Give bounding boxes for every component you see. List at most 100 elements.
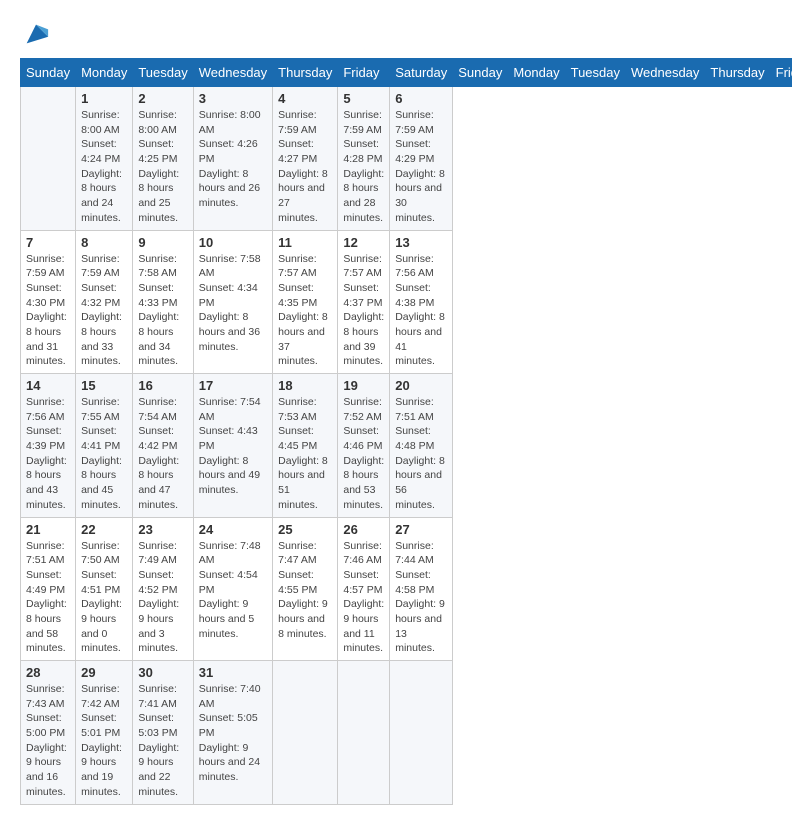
calendar-cell: 30 Sunrise: 7:41 AM Sunset: 5:03 PM Dayli… (133, 661, 193, 805)
calendar-cell: 27 Sunrise: 7:44 AM Sunset: 4:58 PM Dayli… (390, 517, 453, 661)
day-number: 30 (138, 665, 187, 680)
day-detail: Sunrise: 7:58 AM Sunset: 4:34 PM Dayligh… (199, 252, 267, 355)
calendar-cell: 12Sunrise: 7:57 AM Sunset: 4:37 PM Dayli… (338, 230, 390, 374)
header-monday: Monday (76, 59, 133, 87)
day-number: 31 (199, 665, 267, 680)
day-number: 2 (138, 91, 187, 106)
header-sunday: Sunday (453, 59, 508, 87)
calendar-cell: 20 Sunrise: 7:51 AM Sunset: 4:48 PM Dayli… (390, 374, 453, 518)
day-detail: Sunrise: 7:50 AM Sunset: 4:51 PM Dayligh… (81, 539, 127, 657)
calendar-cell (390, 661, 453, 805)
header-sunday: Sunday (21, 59, 76, 87)
day-number: 28 (26, 665, 70, 680)
day-number: 14 (26, 378, 70, 393)
calendar-cell: 19Sunrise: 7:52 AM Sunset: 4:46 PM Dayli… (338, 374, 390, 518)
day-number: 17 (199, 378, 267, 393)
calendar-cell: 26Sunrise: 7:46 AM Sunset: 4:57 PM Dayli… (338, 517, 390, 661)
day-detail: Sunrise: 7:56 AM Sunset: 4:38 PM Dayligh… (395, 252, 447, 370)
calendar-week-row: 28Sunrise: 7:43 AM Sunset: 5:00 PM Dayli… (21, 661, 792, 805)
calendar-cell: 7 Sunrise: 7:59 AM Sunset: 4:30 PM Daylig… (21, 230, 76, 374)
day-number: 25 (278, 522, 332, 537)
calendar-cell: 14 Sunrise: 7:56 AM Sunset: 4:39 PM Dayli… (21, 374, 76, 518)
day-number: 12 (343, 235, 384, 250)
calendar-cell: 15 Sunrise: 7:55 AM Sunset: 4:41 PM Dayli… (76, 374, 133, 518)
day-number: 7 (26, 235, 70, 250)
day-number: 4 (278, 91, 332, 106)
day-detail: Sunrise: 7:48 AM Sunset: 4:54 PM Dayligh… (199, 539, 267, 642)
header-wednesday: Wednesday (626, 59, 705, 87)
day-number: 5 (343, 91, 384, 106)
calendar-cell: 3Sunrise: 8:00 AM Sunset: 4:26 PM Daylig… (193, 87, 272, 231)
day-detail: Sunrise: 7:56 AM Sunset: 4:39 PM Dayligh… (26, 395, 70, 513)
calendar-cell: 23 Sunrise: 7:49 AM Sunset: 4:52 PM Dayli… (133, 517, 193, 661)
day-detail: Sunrise: 7:58 AM Sunset: 4:33 PM Dayligh… (138, 252, 187, 370)
header-thursday: Thursday (273, 59, 338, 87)
calendar-cell: 29 Sunrise: 7:42 AM Sunset: 5:01 PM Dayli… (76, 661, 133, 805)
header-friday: Friday (770, 59, 792, 87)
day-number: 21 (26, 522, 70, 537)
day-detail: Sunrise: 7:42 AM Sunset: 5:01 PM Dayligh… (81, 682, 127, 800)
header-thursday: Thursday (705, 59, 770, 87)
day-detail: Sunrise: 8:00 AM Sunset: 4:24 PM Dayligh… (81, 108, 127, 226)
calendar-cell: 6 Sunrise: 7:59 AM Sunset: 4:29 PM Daylig… (390, 87, 453, 231)
header-tuesday: Tuesday (565, 59, 625, 87)
day-number: 22 (81, 522, 127, 537)
calendar-cell: 4 Sunrise: 7:59 AM Sunset: 4:27 PM Daylig… (273, 87, 338, 231)
calendar-week-row: 7 Sunrise: 7:59 AM Sunset: 4:30 PM Daylig… (21, 230, 792, 374)
day-number: 20 (395, 378, 447, 393)
calendar-cell (21, 87, 76, 231)
day-detail: Sunrise: 7:59 AM Sunset: 4:32 PM Dayligh… (81, 252, 127, 370)
day-detail: Sunrise: 7:41 AM Sunset: 5:03 PM Dayligh… (138, 682, 187, 800)
day-detail: Sunrise: 8:00 AM Sunset: 4:25 PM Dayligh… (138, 108, 187, 226)
day-detail: Sunrise: 7:59 AM Sunset: 4:29 PM Dayligh… (395, 108, 447, 226)
calendar-cell: 17Sunrise: 7:54 AM Sunset: 4:43 PM Dayli… (193, 374, 272, 518)
day-detail: Sunrise: 7:51 AM Sunset: 4:49 PM Dayligh… (26, 539, 70, 657)
header-wednesday: Wednesday (193, 59, 272, 87)
calendar-table: SundayMondayTuesdayWednesdayThursdayFrid… (20, 58, 792, 805)
calendar-cell: 31 Sunrise: 7:40 AM Sunset: 5:05 PM Dayli… (193, 661, 272, 805)
day-number: 15 (81, 378, 127, 393)
calendar-cell: 24 Sunrise: 7:48 AM Sunset: 4:54 PM Dayli… (193, 517, 272, 661)
calendar-cell (273, 661, 338, 805)
header-monday: Monday (508, 59, 565, 87)
day-number: 24 (199, 522, 267, 537)
day-detail: Sunrise: 7:55 AM Sunset: 4:41 PM Dayligh… (81, 395, 127, 513)
day-number: 23 (138, 522, 187, 537)
calendar-cell: 9 Sunrise: 7:58 AM Sunset: 4:33 PM Daylig… (133, 230, 193, 374)
header-tuesday: Tuesday (133, 59, 193, 87)
calendar-week-row: 21 Sunrise: 7:51 AM Sunset: 4:49 PM Dayli… (21, 517, 792, 661)
calendar-cell: 28Sunrise: 7:43 AM Sunset: 5:00 PM Dayli… (21, 661, 76, 805)
calendar-cell: 8 Sunrise: 7:59 AM Sunset: 4:32 PM Daylig… (76, 230, 133, 374)
calendar-cell: 16 Sunrise: 7:54 AM Sunset: 4:42 PM Dayli… (133, 374, 193, 518)
day-detail: Sunrise: 7:44 AM Sunset: 4:58 PM Dayligh… (395, 539, 447, 657)
day-number: 11 (278, 235, 332, 250)
day-number: 1 (81, 91, 127, 106)
calendar-cell: 2 Sunrise: 8:00 AM Sunset: 4:25 PM Daylig… (133, 87, 193, 231)
calendar-cell (338, 661, 390, 805)
day-number: 29 (81, 665, 127, 680)
calendar-cell: 10 Sunrise: 7:58 AM Sunset: 4:34 PM Dayli… (193, 230, 272, 374)
day-number: 3 (199, 91, 267, 106)
day-number: 26 (343, 522, 384, 537)
day-detail: Sunrise: 7:40 AM Sunset: 5:05 PM Dayligh… (199, 682, 267, 785)
day-number: 9 (138, 235, 187, 250)
day-number: 6 (395, 91, 447, 106)
day-detail: Sunrise: 7:59 AM Sunset: 4:28 PM Dayligh… (343, 108, 384, 226)
day-number: 10 (199, 235, 267, 250)
day-detail: Sunrise: 7:54 AM Sunset: 4:42 PM Dayligh… (138, 395, 187, 513)
day-number: 16 (138, 378, 187, 393)
day-detail: Sunrise: 7:51 AM Sunset: 4:48 PM Dayligh… (395, 395, 447, 513)
calendar-cell: 13 Sunrise: 7:56 AM Sunset: 4:38 PM Dayli… (390, 230, 453, 374)
day-number: 13 (395, 235, 447, 250)
logo (20, 20, 50, 48)
day-detail: Sunrise: 7:57 AM Sunset: 4:35 PM Dayligh… (278, 252, 332, 370)
day-detail: Sunrise: 7:59 AM Sunset: 4:27 PM Dayligh… (278, 108, 332, 226)
page-header (20, 20, 772, 48)
day-number: 8 (81, 235, 127, 250)
header-friday: Friday (338, 59, 390, 87)
day-number: 27 (395, 522, 447, 537)
calendar-cell: 11 Sunrise: 7:57 AM Sunset: 4:35 PM Dayli… (273, 230, 338, 374)
day-detail: Sunrise: 7:49 AM Sunset: 4:52 PM Dayligh… (138, 539, 187, 657)
calendar-cell: 22 Sunrise: 7:50 AM Sunset: 4:51 PM Dayli… (76, 517, 133, 661)
day-detail: Sunrise: 7:59 AM Sunset: 4:30 PM Dayligh… (26, 252, 70, 370)
